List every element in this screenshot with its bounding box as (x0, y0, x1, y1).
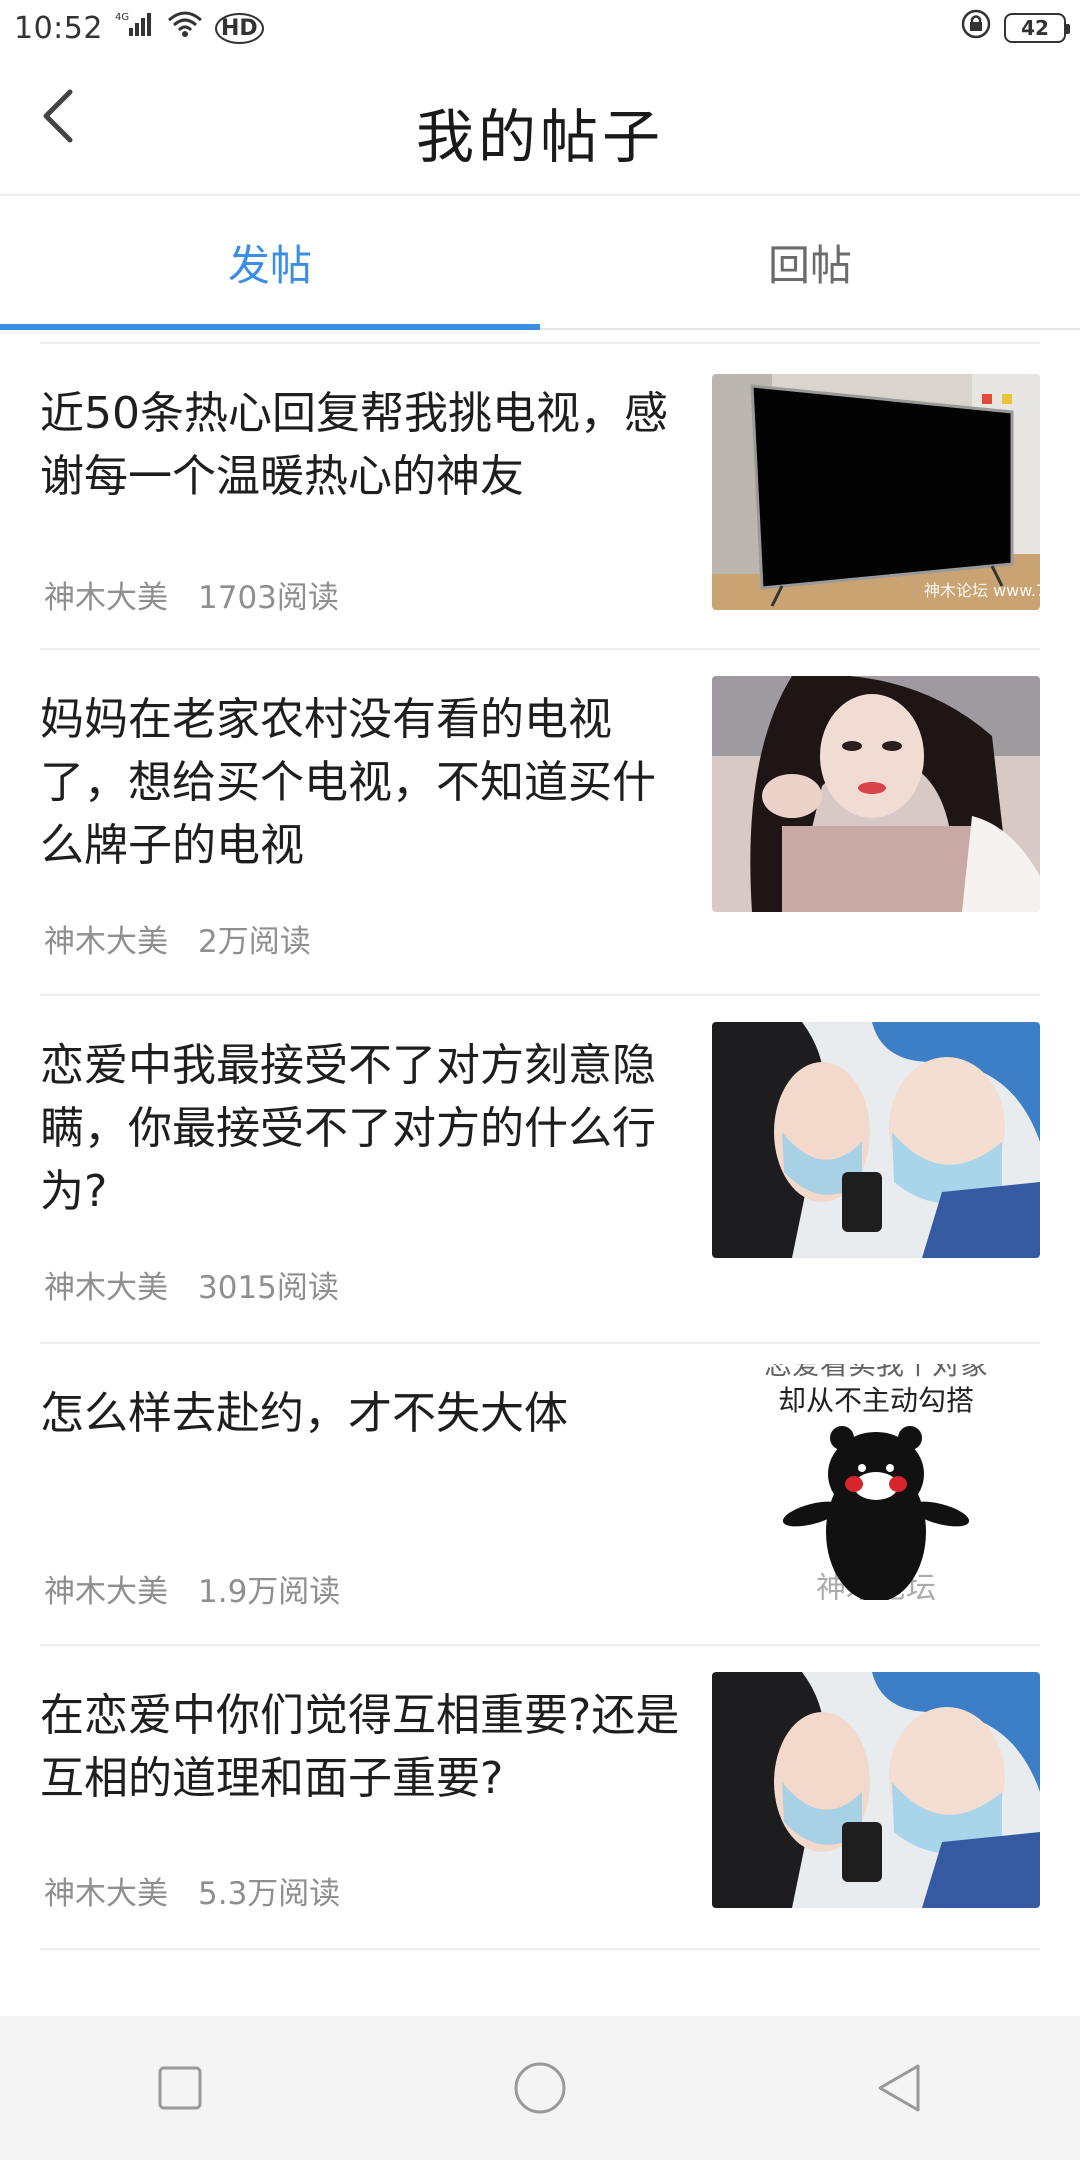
meme-caption: 却从不主动勾搭 (778, 1384, 974, 1417)
post-item[interactable]: 恋爱中我最接受不了对方刻意隐瞒，你最接受不了对方的什么行为? 神木大美 3015阅… (40, 996, 1040, 1344)
post-thumbnail[interactable]: 恋爱看实我个对象 却从不主动勾搭 神木论坛 (712, 1364, 1040, 1600)
page-title: 我的帖子 (415, 103, 664, 171)
post-author: 神木大美 (44, 1876, 168, 1912)
post-title: 怎么样去赴约，才不失大体 (40, 1388, 568, 1439)
tab-replies[interactable]: 回帖 (540, 196, 1080, 328)
status-bar: 10:52 4G HD 42 (0, 0, 1080, 56)
post-title: 近50条热心回复帮我挑电视，感谢每一个温暖热心的神友 (40, 388, 668, 502)
battery-icon: 42 (1004, 13, 1070, 43)
post-item[interactable]: 怎么样去赴约，才不失大体 神木大美 1.9万阅读 恋爱看实我个对象 却从不主动勾搭 (40, 1344, 1040, 1646)
masked-couple-illustration (712, 1022, 1040, 1258)
post-reads: 1703阅读 (198, 580, 339, 616)
post-meta: 神木大美 5.3万阅读 (44, 1868, 340, 1913)
post-thumbnail[interactable] (712, 1022, 1040, 1258)
lock-rotation-icon (960, 8, 992, 48)
title-bar: 我的帖子 (0, 56, 1080, 196)
post-author: 神木大美 (44, 924, 168, 960)
post-thumbnail[interactable]: 神木论坛 www.719300.net (712, 374, 1040, 610)
post-meta: 神木大美 3015阅读 (44, 1262, 339, 1307)
post-list: 近50条热心回复帮我挑电视，感谢每一个温暖热心的神友 神木大美 1703阅读 神木… (40, 342, 1040, 1950)
circle-home-icon (514, 2062, 566, 2114)
square-recents-icon (158, 2066, 202, 2110)
post-author: 神木大美 (44, 1574, 168, 1610)
system-nav-bar (0, 2016, 1080, 2160)
recents-button[interactable] (140, 2048, 220, 2128)
post-title: 在恋爱中你们觉得互相重要?还是互相的道理和面子重要? (40, 1690, 680, 1804)
post-title: 恋爱中我最接受不了对方刻意隐瞒，你最接受不了对方的什么行为? (40, 1040, 656, 1217)
status-right: 42 (960, 8, 1070, 48)
post-meta: 神木大美 2万阅读 (44, 916, 311, 961)
tv-photo: 神木论坛 www.719300.net (712, 374, 1040, 610)
meme-watermark: 神木论坛 (816, 1571, 936, 1600)
post-thumbnail[interactable] (712, 1672, 1040, 1908)
svg-text:4G: 4G (115, 12, 129, 23)
post-reads: 5.3万阅读 (198, 1876, 341, 1912)
post-reads: 1.9万阅读 (198, 1574, 341, 1610)
post-item[interactable]: 近50条热心回复帮我挑电视，感谢每一个温暖热心的神友 神木大美 1703阅读 神木… (40, 344, 1040, 650)
back-nav-button[interactable] (860, 2048, 940, 2128)
status-time: 10:52 (14, 10, 103, 46)
portrait-photo (712, 676, 1040, 912)
home-button[interactable] (500, 2048, 580, 2128)
post-title: 妈妈在老家农村没有看的电视了，想给买个电视，不知道买什么牌子的电视 (40, 694, 656, 871)
kumamon-meme: 恋爱看实我个对象 却从不主动勾搭 神木论坛 (712, 1364, 1040, 1600)
post-author: 神木大美 (44, 1270, 168, 1306)
post-meta: 神木大美 1.9万阅读 (44, 1566, 340, 1611)
post-item[interactable]: 在恋爱中你们觉得互相重要?还是互相的道理和面子重要? 神木大美 5.3万阅读 (40, 1646, 1040, 1950)
thumb-watermark: 神木论坛 www.719300.net (924, 581, 1040, 600)
post-thumbnail[interactable] (712, 676, 1040, 912)
triangle-back-icon (878, 2064, 920, 2112)
post-reads: 2万阅读 (198, 924, 311, 960)
post-reads: 3015阅读 (198, 1270, 339, 1306)
meme-caption-top: 恋爱看实我个对象 (764, 1364, 988, 1381)
hd-icon: HD (214, 12, 264, 44)
status-left: 10:52 4G HD (14, 10, 264, 46)
battery-level: 42 (1021, 16, 1049, 40)
wifi-icon (167, 10, 203, 46)
signal-icon: 4G (115, 10, 155, 46)
tab-bar: 发帖 回帖 (0, 196, 1080, 330)
post-item[interactable]: 妈妈在老家农村没有看的电视了，想给买个电视，不知道买什么牌子的电视 神木大美 2万… (40, 650, 1040, 996)
masked-couple-illustration (712, 1672, 1040, 1908)
post-meta: 神木大美 1703阅读 (44, 572, 339, 617)
tab-posts[interactable]: 发帖 (0, 196, 540, 330)
post-author: 神木大美 (44, 580, 168, 616)
